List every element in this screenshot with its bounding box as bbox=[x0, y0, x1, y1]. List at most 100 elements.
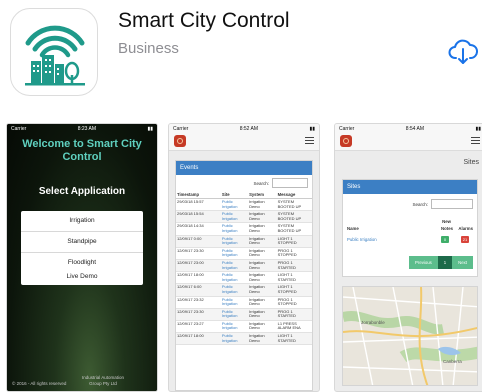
events-search: Search: bbox=[176, 175, 312, 191]
search-input[interactable] bbox=[272, 178, 308, 188]
cloud-download-button[interactable] bbox=[448, 38, 478, 66]
table-row[interactable]: 12/09/17 0:00 Public Irrigation Irrigation… bbox=[176, 235, 312, 248]
alarms-count-badge[interactable]: 21 bbox=[461, 236, 469, 243]
battery-icon: ▮▮ bbox=[147, 125, 153, 132]
site-cell[interactable]: Public Irrigation bbox=[220, 198, 249, 212]
table-row[interactable]: 12/09/17 6:00 Public Irrigation Irrigation… bbox=[176, 283, 312, 297]
status-bar: Carrier 8:52 AM ▮▮ bbox=[169, 124, 319, 133]
select-application-heading: Select Application bbox=[38, 186, 126, 197]
site-link[interactable]: Public Irrigation bbox=[347, 237, 377, 242]
hamburger-menu-icon[interactable] bbox=[305, 137, 314, 145]
message-cell: PROG 1 STOPPED bbox=[276, 296, 312, 309]
next-page-button[interactable]: Next bbox=[452, 256, 473, 269]
message-cell: LIGHT 1 STARTED bbox=[276, 271, 312, 285]
timestamp-cell: 12/09/17 23:00 bbox=[176, 259, 221, 273]
carrier-label: Carrier bbox=[11, 125, 27, 132]
carrier-label: Carrier bbox=[339, 125, 355, 132]
hamburger-menu-icon[interactable] bbox=[471, 137, 480, 145]
map-label: Canberra bbox=[443, 359, 462, 364]
page-1-button[interactable]: 1 bbox=[437, 256, 453, 269]
system-cell: Irrigation Demo bbox=[248, 320, 277, 334]
screenshot-sites[interactable]: Carrier 8:54 AM ▮▮ Sites Sites Search: N… bbox=[334, 123, 482, 392]
live-demo-button[interactable]: Live Demo bbox=[21, 269, 143, 285]
page-title: Sites bbox=[463, 159, 479, 166]
message-cell: SYSTEM BOOTED UP bbox=[276, 210, 312, 224]
site-cell[interactable]: Public Irrigation bbox=[220, 271, 249, 285]
sites-search: Search: bbox=[343, 194, 477, 214]
table-row[interactable]: Public Irrigation 0 21 bbox=[347, 236, 473, 244]
system-cell: Irrigation Demo bbox=[248, 332, 277, 346]
table-row[interactable]: 29/03/18 15:54 Public Irrigation Irrigatio… bbox=[176, 210, 312, 224]
column-header[interactable]: Message bbox=[276, 191, 312, 199]
events-panel: Events Search: Timestamp Site System Mes… bbox=[175, 160, 313, 391]
cloud-download-icon bbox=[448, 39, 478, 64]
table-row[interactable]: 12/09/17 18:00 Public Irrigation Irrigatio… bbox=[176, 271, 312, 285]
column-header[interactable]: Site bbox=[220, 191, 249, 199]
table-row[interactable]: 29/03/18 15:57 Public Irrigation Irrigatio… bbox=[176, 198, 312, 212]
message-cell: SYSTEM BOOTED UP bbox=[276, 222, 312, 236]
site-cell[interactable]: Public Irrigation bbox=[220, 247, 249, 260]
smart-city-logo-icon bbox=[25, 25, 85, 86]
previous-page-button[interactable]: Previous bbox=[409, 256, 438, 269]
search-input[interactable] bbox=[431, 199, 473, 209]
notes-count-badge[interactable]: 0 bbox=[441, 236, 449, 243]
site-cell[interactable]: Public Irrigation bbox=[220, 259, 249, 273]
site-cell[interactable]: Public Irrigation bbox=[220, 235, 249, 248]
table-row[interactable]: 12/09/17 23:30 Public Irrigation Irrigatio… bbox=[176, 247, 312, 260]
site-cell[interactable]: Public Irrigation bbox=[220, 222, 249, 236]
column-header-notes[interactable]: Notes bbox=[441, 226, 453, 231]
timestamp-cell: 12/09/17 0:00 bbox=[176, 235, 221, 248]
message-cell: SYSTEM BOOTED UP bbox=[276, 198, 312, 212]
menu-item-irrigation[interactable]: Irrigation bbox=[21, 211, 143, 232]
screenshot-select-application[interactable]: Carrier 8:23 AM ▮▮ Welcome to Smart City… bbox=[6, 123, 158, 392]
column-header-name[interactable]: Name bbox=[347, 226, 359, 231]
table-row[interactable]: 29/03/18 14:34 Public Irrigation Irrigatio… bbox=[176, 222, 312, 236]
status-bar: Carrier 8:23 AM ▮▮ bbox=[7, 124, 157, 133]
table-row[interactable]: 12/09/17 23:00 Public Irrigation Irrigatio… bbox=[176, 259, 312, 273]
table-row[interactable]: 12/09/17 23:30 Public Irrigation Irrigatio… bbox=[176, 308, 312, 321]
site-cell[interactable]: Public Irrigation bbox=[220, 332, 249, 346]
column-header-alarms[interactable]: Alarms bbox=[458, 226, 473, 231]
sites-map[interactable]: Jorrabonble Canberra bbox=[342, 286, 478, 386]
menu-item-standpipe[interactable]: Standpipe bbox=[21, 232, 143, 253]
timestamp-cell: 29/03/18 15:57 bbox=[176, 198, 221, 212]
table-header-row: Timestamp Site System Message bbox=[176, 191, 312, 199]
application-menu: Irrigation Standpipe Floodlight bbox=[21, 211, 143, 273]
system-cell: Irrigation Demo bbox=[248, 247, 277, 260]
brand-logo-icon[interactable] bbox=[340, 135, 352, 147]
timestamp-cell: 12/09/17 23:32 bbox=[176, 296, 221, 309]
column-header[interactable]: Timestamp bbox=[176, 191, 221, 199]
copyright-text: © 2016 - All rights reserved bbox=[12, 381, 67, 386]
table-row[interactable]: 12/09/17 23:27 Public Irrigation Irrigatio… bbox=[176, 320, 312, 334]
column-header[interactable]: System bbox=[248, 191, 277, 199]
sites-panel: Sites Search: Name New Notes Alarms Publ… bbox=[342, 179, 478, 277]
table-row[interactable]: 12/09/17 23:32 Public Irrigation Irrigatio… bbox=[176, 296, 312, 309]
pagination: Previous 1 Next bbox=[409, 256, 473, 269]
app-title: Smart City Control bbox=[118, 9, 290, 32]
brand-logo-icon[interactable] bbox=[174, 135, 186, 147]
system-cell: Irrigation Demo bbox=[248, 210, 277, 224]
app-category[interactable]: Business bbox=[118, 40, 179, 57]
welcome-title: Welcome to Smart City Control bbox=[22, 138, 142, 163]
status-bar: Carrier 8:54 AM ▮▮ bbox=[335, 124, 482, 133]
table-row[interactable]: 12/09/17 18:00 Public Irrigation Irrigatio… bbox=[176, 332, 312, 346]
app-icon[interactable] bbox=[10, 8, 98, 96]
column-header-new[interactable]: New bbox=[442, 219, 451, 224]
site-cell[interactable]: Public Irrigation bbox=[220, 296, 249, 309]
system-cell: Irrigation Demo bbox=[248, 296, 277, 309]
screenshot-events[interactable]: Carrier 8:52 AM ▮▮ Events Search: Timest… bbox=[168, 123, 320, 392]
map-label: Jorrabonble bbox=[361, 320, 385, 325]
site-cell[interactable]: Public Irrigation bbox=[220, 308, 249, 321]
site-cell[interactable]: Public Irrigation bbox=[220, 210, 249, 224]
time-label: 8:52 AM bbox=[239, 125, 259, 132]
system-cell: Irrigation Demo bbox=[248, 271, 277, 285]
timestamp-cell: 12/09/17 23:30 bbox=[176, 308, 221, 321]
battery-icon: ▮▮ bbox=[475, 125, 481, 132]
timestamp-cell: 12/09/17 23:27 bbox=[176, 320, 221, 334]
site-cell[interactable]: Public Irrigation bbox=[220, 283, 249, 297]
company-name: Industrial Automation Group Pty Ltd bbox=[81, 375, 125, 386]
top-nav bbox=[335, 133, 482, 151]
site-cell[interactable]: Public Irrigation bbox=[220, 320, 249, 334]
system-cell: Irrigation Demo bbox=[248, 235, 277, 248]
system-cell: Irrigation Demo bbox=[248, 222, 277, 236]
